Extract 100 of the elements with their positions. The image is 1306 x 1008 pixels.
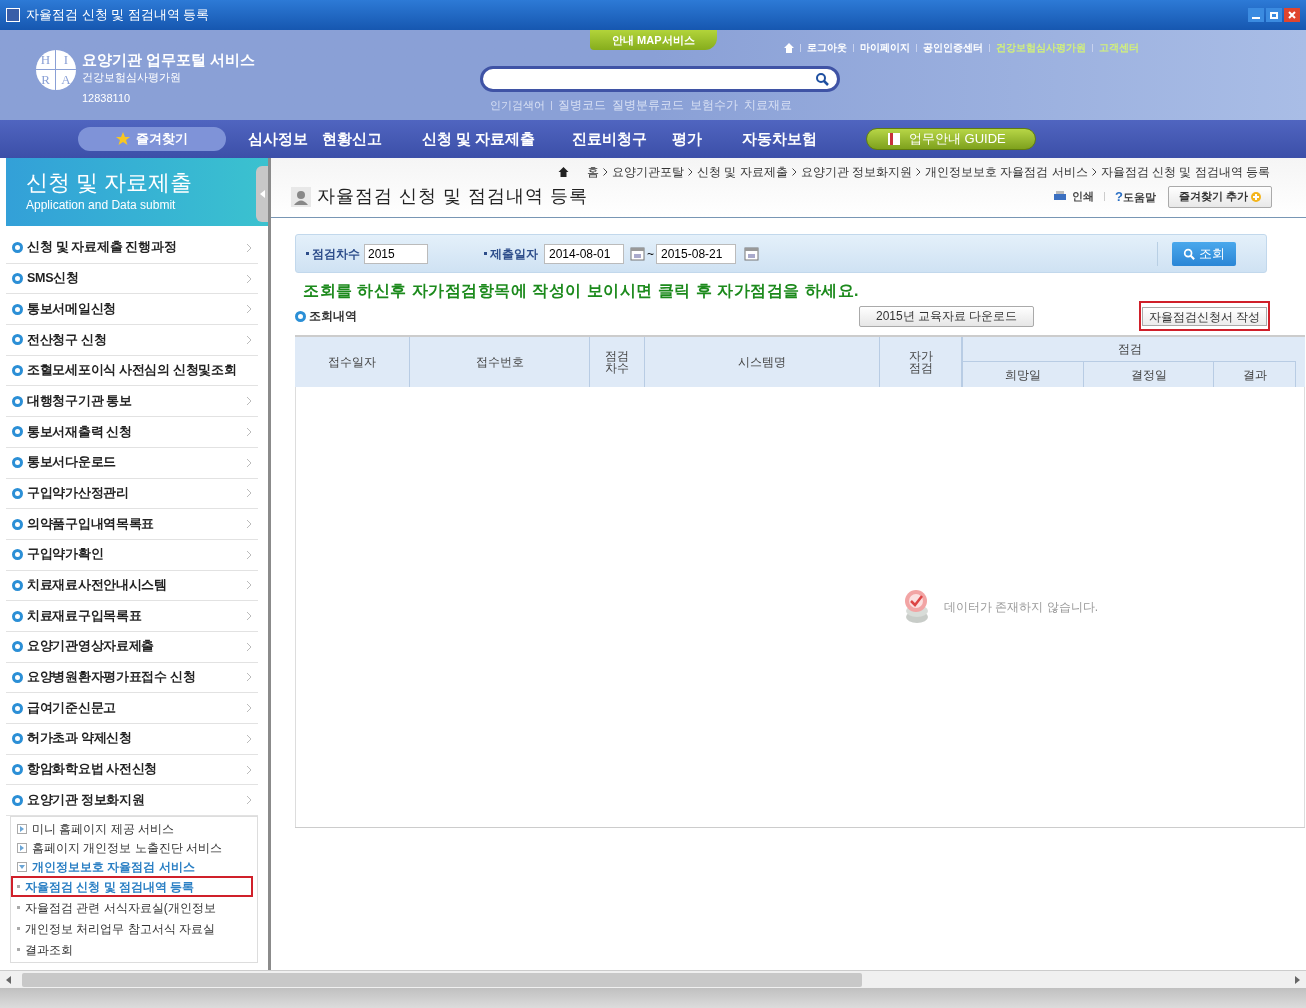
bullet-icon: [12, 671, 23, 683]
date-separator: ~: [647, 245, 654, 263]
sidebar-subitem[interactable]: 개인정보보호 자율점검 서비스: [32, 857, 195, 876]
maximize-button[interactable]: [1266, 8, 1282, 22]
sidebar-menu-item[interactable]: 항암화학요법 사전신청: [6, 754, 258, 786]
chevron-icon: [916, 168, 921, 176]
bullet-icon: [295, 310, 306, 322]
sidebar-menu-item[interactable]: 요양기관영상자료제출: [6, 631, 258, 663]
chevron-icon: [246, 641, 252, 652]
nav-menu-item[interactable]: 자동차보험: [742, 127, 852, 151]
breadcrumb-link[interactable]: 자율점검 신청 및 점검내역 등록: [1100, 163, 1270, 181]
sidebar-leaf-item[interactable]: 자율점검 신청 및 점검내역 등록: [11, 876, 253, 898]
expand-icon[interactable]: [17, 823, 27, 834]
sidebar-menu-item[interactable]: SMS신청: [6, 263, 258, 295]
round-label: 점검차수: [312, 245, 360, 263]
bullet-icon: [12, 273, 23, 285]
sidebar-menu-item[interactable]: 통보서메일신청: [6, 294, 258, 326]
chevron-icon: [246, 580, 252, 591]
breadcrumb-link[interactable]: 신청 및 자료제출: [696, 163, 788, 181]
sidebar-menu-item[interactable]: 의약품구입내역목록표: [6, 509, 258, 540]
calendar-icon[interactable]: [744, 246, 759, 261]
book-icon: [887, 132, 901, 146]
sidebar-menu-item[interactable]: 구입약가산정관리: [6, 478, 258, 510]
chevron-icon: [246, 549, 252, 560]
nav-menu-item[interactable]: 심사정보: [248, 127, 322, 151]
sidebar-subitem[interactable]: 홈페이지 개인정보 노출진단 서비스: [32, 838, 222, 857]
bullet-icon: [12, 334, 23, 346]
sidebar-menu-item[interactable]: 전산청구 신청: [6, 325, 258, 356]
breadcrumb-link[interactable]: 개인정보보호 자율점검 서비스: [925, 163, 1088, 181]
caret-icon: [19, 844, 25, 851]
sidebar-leaf-item[interactable]: 자율점검 관련 서식자료실(개인정보: [11, 897, 253, 919]
collapse-handle[interactable]: [256, 166, 268, 222]
chevron-icon: [791, 168, 797, 176]
column-header: 결정일: [1084, 362, 1214, 387]
nav-menu-item[interactable]: 신청 및 자료제출: [422, 127, 572, 151]
apply-form-button[interactable]: 자율점검신청서 작성: [1141, 307, 1267, 326]
scroll-right-icon[interactable]: [1292, 974, 1302, 985]
sidebar-subtitle: Application and Data submit: [26, 197, 176, 214]
user-id: 12838110: [82, 91, 132, 106]
chevron-icon: [246, 764, 252, 775]
chevron-icon: [602, 168, 608, 176]
sidebar-menu-item[interactable]: 구입약가확인: [6, 539, 258, 571]
sidebar-menu-item[interactable]: 조혈모세포이식 사전심의 신청및조회: [6, 355, 258, 387]
window-title: 자율점검 신청 및 점검내역 등록: [26, 6, 210, 25]
page-title: 자율점검 신청 및 점검내역 등록: [317, 185, 588, 208]
chevron-icon: [246, 672, 252, 683]
person-icon: [291, 186, 311, 207]
help-link[interactable]: ?도움말: [1115, 186, 1156, 207]
round-field[interactable]: 2015: [364, 243, 428, 264]
scroll-left-icon[interactable]: [4, 974, 14, 985]
add-favorite-button[interactable]: 즐겨찾기 추가: [1167, 185, 1272, 208]
sidebar-title: 신청 및 자료제출: [26, 170, 193, 196]
org-subtitle: 건강보험심사평가원: [82, 70, 182, 84]
bullet-icon: [12, 549, 23, 561]
bullet-icon: [12, 518, 23, 530]
printer-icon: [1054, 191, 1066, 202]
sidebar-menu-item[interactable]: 요양기관 정보화지원: [6, 785, 258, 817]
app-icon: [6, 8, 20, 22]
horizontal-scrollbar[interactable]: [0, 970, 1306, 988]
bullet-icon: [12, 702, 23, 714]
nav-menu-item[interactable]: 현황신고: [322, 127, 422, 151]
chevron-icon: [246, 273, 252, 284]
chevron-icon: [246, 304, 252, 315]
bullet-icon: [12, 303, 23, 315]
breadcrumb-link[interactable]: 요양기관포탈: [611, 163, 684, 181]
nav-menu-item[interactable]: 평가: [672, 127, 742, 151]
sidebar-menu-item[interactable]: 대행청구기관 통보: [6, 386, 258, 418]
notice-text: 조회를 하신후 자가점검항목에 작성이 보이시면 클릭 후 자가점검을 하세요.: [303, 281, 860, 301]
sidebar-menu-item[interactable]: 요양병원환자평가표접수 신청: [6, 662, 258, 694]
sidebar-menu-item[interactable]: 통보서다운로드: [6, 447, 258, 479]
sidebar-menu-item[interactable]: 통보서재출력 신청: [6, 417, 258, 448]
sidebar-subitem[interactable]: 미니 홈페이지 제공 서비스: [32, 819, 174, 838]
chevron-icon: [246, 396, 252, 407]
sidebar-menu-item[interactable]: 급여기준신문고: [6, 693, 258, 724]
date-from-field[interactable]: 2014-08-01: [544, 243, 624, 264]
column-group-header: 점검: [963, 337, 1296, 362]
breadcrumb-link[interactable]: 홈: [586, 163, 599, 181]
minimize-button[interactable]: [1248, 8, 1264, 22]
collapse-icon[interactable]: [17, 861, 27, 872]
sidebar-menu-item[interactable]: 신청 및 자료제출 진행과정: [6, 233, 258, 264]
search-icon: [815, 72, 829, 86]
column-header: 희망일: [963, 362, 1084, 387]
calendar-icon[interactable]: [630, 246, 645, 261]
date-to-field[interactable]: 2015-08-21: [656, 243, 736, 264]
close-button[interactable]: [1284, 8, 1300, 22]
column-header: 점검차수: [604, 350, 630, 374]
sidebar-leaf-item[interactable]: 결과조회: [11, 939, 253, 961]
chevron-icon: [246, 426, 252, 437]
chevron-icon: [687, 168, 693, 176]
sidebar-menu-item[interactable]: 치료재료구입목록표: [6, 601, 258, 632]
print-link[interactable]: 인쇄: [1072, 188, 1094, 205]
sidebar-leaf-item[interactable]: 개인정보 처리업무 참고서식 자료실: [11, 918, 253, 940]
expand-icon[interactable]: [17, 842, 27, 853]
search-field[interactable]: [480, 66, 840, 92]
sidebar-menu-item[interactable]: 치료재료사전안내시스템: [6, 570, 258, 602]
sidebar-menu-item[interactable]: 허가초과 약제신청: [6, 724, 258, 755]
download-button[interactable]: 2015년 교육자료 다운로드: [859, 305, 1035, 327]
home-icon[interactable]: [557, 167, 569, 177]
nav-menu-item[interactable]: 진료비청구: [572, 127, 672, 151]
breadcrumb-link[interactable]: 요양기관 정보화지원: [800, 163, 912, 181]
